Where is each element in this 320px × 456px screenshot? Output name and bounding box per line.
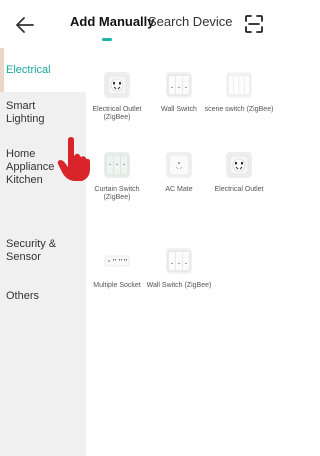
scan-icon[interactable] (245, 15, 263, 33)
device-label: Multiple Socket (93, 282, 141, 289)
device-label: scene switch (ZigBee) (204, 106, 274, 113)
device-grid: Electrical Outlet (ZigBee) Wall Switch s… (86, 48, 273, 456)
tab-search-device[interactable]: Search Device (148, 14, 233, 30)
sidebar-item-electrical[interactable]: Electrical (0, 48, 86, 92)
multiple-socket-icon (104, 248, 130, 274)
sidebar-edge-marker (0, 48, 4, 92)
sidebar-item-label: Electrical (6, 64, 51, 76)
wall-switch-icon (166, 72, 192, 98)
device-label: Electrical Outlet (214, 186, 264, 193)
sidebar-item-security-sensor[interactable]: Security & Sensor (0, 238, 72, 264)
sidebar-item-smart-lighting[interactable]: Smart Lighting (0, 100, 72, 126)
sidebar-item-label: Smart Lighting (6, 100, 45, 125)
tab-add-manually[interactable]: Add Manually (70, 14, 155, 30)
category-sidebar: Electrical Smart Lighting Home Appliance… (0, 48, 86, 456)
header-bar: Add Manually Search Device (0, 0, 270, 48)
sidebar-item-others[interactable]: Others (0, 290, 86, 303)
ac-mate-icon (166, 152, 192, 178)
sidebar-item-label: Home Appliance (6, 148, 55, 173)
sidebar-item-label: Others (6, 290, 40, 302)
curtain-switch-icon (104, 152, 130, 178)
active-tab-indicator (102, 38, 112, 41)
pointing-hand-icon (57, 137, 90, 181)
device-label: Curtain Switch (ZigBee) (94, 186, 140, 201)
sidebar-item-label: Security & Sensor (6, 238, 57, 263)
outlet-icon (226, 152, 252, 178)
back-arrow-icon[interactable] (14, 14, 36, 36)
scene-switch-icon (226, 72, 252, 98)
sidebar-item-label: Kitchen (6, 174, 43, 186)
outlet-icon (104, 72, 130, 98)
device-label: Wall Switch (ZigBee) (146, 282, 212, 289)
device-label: Electrical Outlet (ZigBee) (92, 106, 142, 121)
wall-switch-icon (166, 248, 192, 274)
